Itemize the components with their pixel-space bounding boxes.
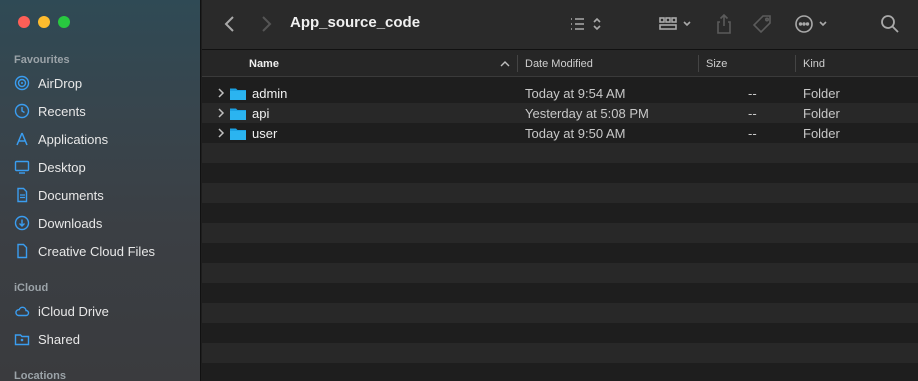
empty-row: [202, 223, 918, 243]
forward-button[interactable]: [256, 12, 276, 36]
file-kind: Folder: [803, 105, 840, 121]
column-size-header[interactable]: Size: [706, 50, 727, 77]
disclosure-chevron-icon[interactable]: [216, 128, 226, 138]
close-window-button[interactable]: [18, 16, 30, 28]
locations-section-title: Locations: [14, 370, 66, 381]
disclosure-chevron-icon[interactable]: [216, 108, 226, 118]
main-content: App_source_code Name Date Modified Size …: [202, 0, 918, 381]
sidebar: Favourites AirDrop Recents Applications …: [0, 0, 201, 381]
folder-icon: [230, 108, 246, 120]
file-date: Yesterday at 5:08 PM: [525, 105, 649, 121]
back-button[interactable]: [220, 12, 240, 36]
sidebar-item-downloads[interactable]: Downloads: [14, 212, 194, 234]
minimize-window-button[interactable]: [38, 16, 50, 28]
file-size: --: [748, 85, 757, 101]
document-icon: [17, 187, 28, 203]
list-view-icon: [571, 17, 601, 31]
folder-icon: [230, 88, 246, 100]
sort-ascending-icon[interactable]: [500, 50, 510, 77]
column-header: Name Date Modified Size Kind: [202, 50, 918, 77]
file-list: admin Today at 9:54 AM -- Folder api Yes…: [202, 83, 918, 381]
applications-icon: [16, 132, 28, 146]
share-icon: [717, 14, 731, 34]
sidebar-item-label: iCloud Drive: [38, 303, 109, 319]
more-actions-button[interactable]: [794, 12, 832, 36]
grid-icon: [659, 17, 691, 30]
clock-icon: [14, 103, 30, 119]
folder-icon: [230, 128, 246, 140]
sidebar-item-label: Creative Cloud Files: [38, 243, 156, 259]
share-button[interactable]: [714, 12, 734, 36]
sidebar-item-shared[interactable]: Shared: [14, 328, 194, 350]
sidebar-item-airdrop[interactable]: AirDrop: [14, 72, 194, 94]
sidebar-item-label: Shared: [38, 331, 80, 347]
file-kind: Folder: [803, 85, 840, 101]
table-row[interactable]: api Yesterday at 5:08 PM -- Folder: [202, 103, 918, 123]
sidebar-item-label: AirDrop: [38, 75, 83, 91]
file-name: user: [252, 125, 278, 141]
sidebar-item-label: Documents: [38, 187, 104, 203]
tag-icon: [753, 15, 771, 34]
column-date-header[interactable]: Date Modified: [525, 50, 593, 77]
table-row[interactable]: admin Today at 9:54 AM -- Folder: [202, 83, 918, 103]
sidebar-item-label: Desktop: [38, 159, 86, 175]
icloud-section-title: iCloud: [14, 282, 49, 294]
download-icon: [14, 215, 30, 231]
ellipsis-circle-icon: [795, 15, 827, 33]
empty-row: [202, 183, 918, 203]
sidebar-item-label: Applications: [38, 131, 109, 147]
group-button[interactable]: [658, 12, 696, 36]
file-date: Today at 9:54 AM: [525, 85, 626, 101]
disclosure-chevron-icon[interactable]: [216, 88, 226, 98]
toolbar: App_source_code: [202, 0, 918, 50]
zoom-window-button[interactable]: [58, 16, 70, 28]
table-row[interactable]: user Today at 9:50 AM -- Folder: [202, 123, 918, 143]
chevron-left-icon: [224, 16, 234, 32]
shared-folder-icon: [14, 334, 30, 346]
empty-row: [202, 143, 918, 163]
window-controls: [18, 16, 70, 28]
sidebar-item-applications[interactable]: Applications: [14, 128, 194, 150]
sidebar-item-documents[interactable]: Documents: [14, 184, 194, 206]
airdrop-icon: [14, 75, 30, 91]
file-kind: Folder: [803, 125, 840, 141]
favourites-section-title: Favourites: [14, 54, 70, 66]
file-date: Today at 9:50 AM: [525, 125, 626, 141]
search-button[interactable]: [878, 12, 902, 36]
empty-row: [202, 303, 918, 323]
file-name: api: [252, 105, 270, 121]
empty-row: [202, 263, 918, 283]
cloud-icon: [15, 306, 30, 317]
chevron-right-icon: [262, 16, 272, 32]
column-kind-header[interactable]: Kind: [803, 50, 825, 77]
search-icon: [881, 15, 899, 33]
sidebar-item-label: Downloads: [38, 215, 103, 231]
window-title: App_source_code: [290, 14, 421, 31]
file-size: --: [748, 125, 757, 141]
tag-button[interactable]: [752, 12, 776, 36]
empty-row: [202, 343, 918, 363]
sidebar-item-recents[interactable]: Recents: [14, 100, 194, 122]
sidebar-item-creative-cloud-files[interactable]: Creative Cloud Files: [14, 240, 194, 262]
file-size: --: [748, 105, 757, 121]
file-name: admin: [252, 85, 288, 101]
sidebar-item-label: Recents: [38, 103, 86, 119]
view-options-button[interactable]: [568, 12, 606, 36]
file-icon: [17, 243, 28, 259]
column-name-header[interactable]: Name: [249, 50, 279, 77]
desktop-icon: [14, 160, 30, 174]
sidebar-item-icloud-drive[interactable]: iCloud Drive: [14, 300, 194, 322]
sidebar-item-desktop[interactable]: Desktop: [14, 156, 194, 178]
